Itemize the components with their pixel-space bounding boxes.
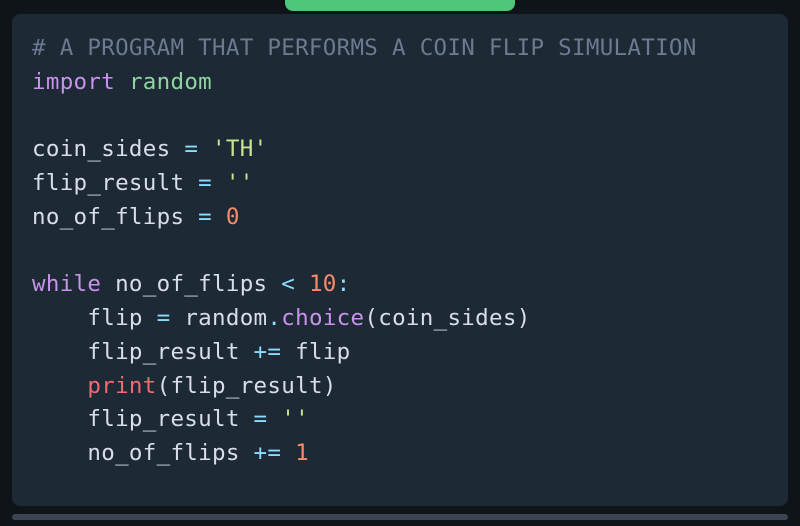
code-token [212, 170, 226, 196]
code-token: ) [517, 305, 531, 331]
code-content: # A PROGRAM THAT PERFORMS A COIN FLIP SI… [32, 32, 768, 471]
code-token [198, 136, 212, 162]
code-token: coin_sides [378, 305, 516, 331]
code-token: import [32, 69, 115, 95]
code-token: '' [226, 170, 254, 196]
code-token: print [87, 373, 156, 399]
code-token [281, 440, 295, 466]
code-token: flip [32, 305, 157, 331]
code-token: flip_result [170, 373, 322, 399]
code-line: flip_result = '' [32, 403, 768, 437]
code-token: 0 [226, 204, 240, 230]
code-token: ( [364, 305, 378, 331]
code-token: ( [157, 373, 171, 399]
code-line [32, 235, 768, 269]
code-token: while [32, 271, 101, 297]
code-line: # A PROGRAM THAT PERFORMS A COIN FLIP SI… [32, 32, 768, 66]
code-token: flip [281, 339, 350, 365]
code-token: flip_result [32, 339, 254, 365]
code-line: flip_result = '' [32, 167, 768, 201]
code-token: ) [323, 373, 337, 399]
code-token: = [157, 305, 171, 331]
code-token: '' [281, 406, 309, 432]
code-token: random [129, 69, 212, 95]
code-token [115, 69, 129, 95]
code-token: coin_sides [32, 136, 184, 162]
code-token: = [254, 406, 268, 432]
code-token: 'TH' [212, 136, 267, 162]
code-line: flip = random.choice(coin_sides) [32, 302, 768, 336]
code-token: += [254, 440, 282, 466]
code-token: no_of_flips [32, 204, 198, 230]
code-token: 1 [295, 440, 309, 466]
code-token: = [198, 170, 212, 196]
code-token: # A PROGRAM THAT PERFORMS A COIN FLIP SI… [32, 35, 697, 61]
code-token: choice [281, 305, 364, 331]
top-green-tab [285, 0, 515, 11]
code-editor-panel: # A PROGRAM THAT PERFORMS A COIN FLIP SI… [12, 14, 788, 506]
code-token: < [281, 271, 295, 297]
code-token: = [198, 204, 212, 230]
code-line: flip_result += flip [32, 336, 768, 370]
code-line: coin_sides = 'TH' [32, 133, 768, 167]
code-line: no_of_flips += 1 [32, 437, 768, 471]
horizontal-scrollbar[interactable] [12, 514, 788, 520]
code-line: import random [32, 66, 768, 100]
code-token: += [254, 339, 282, 365]
code-token [212, 204, 226, 230]
code-line: print(flip_result) [32, 370, 768, 404]
code-token: no_of_flips [32, 440, 254, 466]
code-token: : [337, 271, 351, 297]
code-token: . [267, 305, 281, 331]
code-token: 10 [309, 271, 337, 297]
code-token [32, 373, 87, 399]
code-line: no_of_flips = 0 [32, 201, 768, 235]
code-token: = [184, 136, 198, 162]
code-token: flip_result [32, 406, 254, 432]
code-token: random [170, 305, 267, 331]
code-line [32, 100, 768, 134]
code-token [267, 406, 281, 432]
code-token: flip_result [32, 170, 198, 196]
code-token [295, 271, 309, 297]
code-line: while no_of_flips < 10: [32, 268, 768, 302]
code-token: no_of_flips [101, 271, 281, 297]
